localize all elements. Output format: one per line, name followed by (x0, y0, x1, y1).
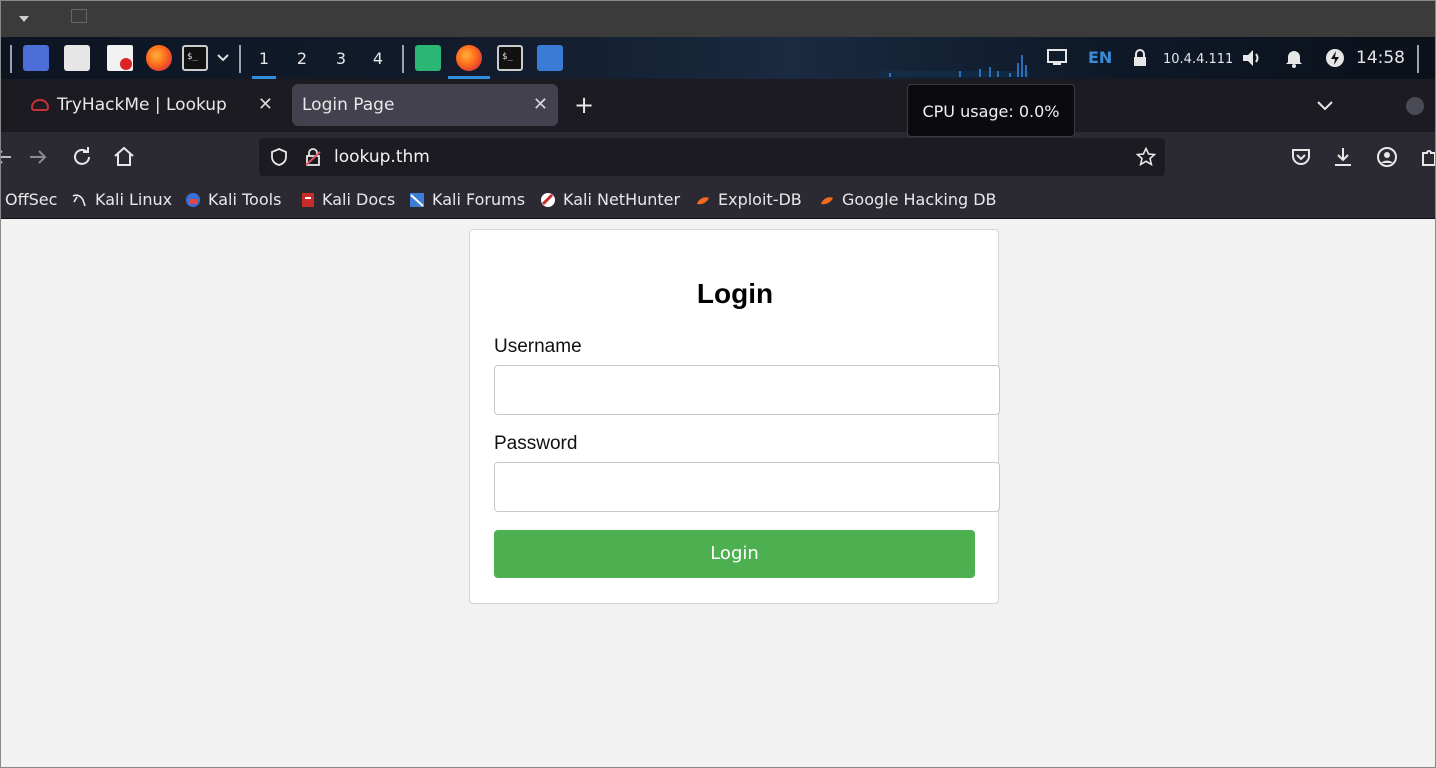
list-tabs-chevron-icon[interactable] (1315, 95, 1335, 115)
back-icon[interactable] (0, 145, 15, 169)
username-input[interactable] (494, 365, 1000, 415)
bookmark-star-icon[interactable] (1136, 147, 1156, 167)
insecure-lock-icon[interactable] (303, 147, 323, 167)
kali-docs-icon (302, 193, 314, 207)
login-button[interactable]: Login (494, 530, 975, 578)
pocket-icon[interactable] (1289, 145, 1313, 169)
navigation-toolbar: lookup.thm (0, 132, 1436, 182)
reload-icon[interactable] (70, 145, 94, 169)
tab-login-page[interactable]: Login Page ✕ (292, 84, 558, 126)
chevron-down-icon[interactable] (217, 53, 229, 63)
workspace-2[interactable]: 2 (288, 47, 316, 71)
downloads-icon[interactable] (1331, 145, 1355, 169)
ip-address: 10.4.4.111 (1163, 52, 1234, 67)
app-menu-icon[interactable] (23, 45, 49, 71)
kali-tools-icon (186, 193, 200, 207)
bookmark-kali-tools[interactable]: Kali Tools (208, 190, 281, 210)
taskbar-separator (1417, 45, 1419, 73)
bookmark-kali-docs[interactable]: Kali Docs (322, 190, 395, 210)
taskbar-separator (239, 45, 241, 73)
bookmarks-toolbar: OffSec Kali Linux Kali Tools Kali Docs K… (1, 182, 1435, 219)
login-card: Login Username Password Login (469, 229, 1000, 604)
display-icon[interactable] (1047, 49, 1067, 67)
firefox-icon[interactable] (146, 45, 172, 71)
window-strip (1, 1, 1435, 37)
username-label: Username (494, 336, 582, 357)
notification-bell-icon[interactable] (1285, 48, 1303, 68)
password-label: Password (494, 433, 578, 454)
kali-nethunter-icon (541, 193, 555, 207)
bookmark-kali-linux[interactable]: Kali Linux (95, 190, 172, 210)
account-icon[interactable] (1375, 145, 1399, 169)
forward-icon[interactable] (26, 145, 50, 169)
clock[interactable]: 14:58 (1356, 48, 1405, 68)
tab-tryhackme[interactable]: TryHackMe | Lookup ✕ (21, 84, 283, 126)
google-hacking-db-icon (821, 197, 833, 205)
taskbar-separator (402, 45, 404, 73)
taskbar-separator (10, 45, 12, 73)
window-icon (71, 9, 87, 23)
tracking-shield-icon[interactable] (269, 147, 289, 167)
close-tab-icon[interactable]: ✕ (533, 84, 548, 126)
close-tab-icon[interactable]: ✕ (258, 84, 273, 126)
cpu-graph-icon (879, 55, 1029, 77)
kali-linux-icon (72, 194, 86, 207)
bookmark-kali-nethunter[interactable]: Kali NetHunter (563, 190, 680, 210)
menu-caret-icon[interactable] (19, 16, 29, 22)
firefox-window-icon[interactable] (456, 45, 482, 71)
home-icon[interactable] (112, 145, 136, 169)
vpn-lock-icon[interactable] (1130, 48, 1150, 68)
password-input[interactable] (494, 462, 1000, 512)
tab-title: Login Page (302, 95, 395, 115)
tab-bar: TryHackMe | Lookup ✕ Login Page ✕ (1, 79, 1435, 132)
terminal-window-icon[interactable]: $_ (497, 45, 523, 71)
svg-text:$_: $_ (187, 52, 198, 62)
bookmark-offsec[interactable]: OffSec (5, 190, 57, 210)
exploit-db-icon (697, 197, 709, 205)
volume-icon[interactable] (1241, 48, 1263, 68)
bookmark-google-hacking-db[interactable]: Google Hacking DB (842, 190, 997, 210)
new-tab-button[interactable]: + (572, 93, 596, 117)
extensions-icon[interactable] (1417, 145, 1436, 169)
screen: $_ 1 2 3 4 $_ EN 10.4.4.111 14:58 TryHac… (0, 0, 1436, 768)
terminal-icon[interactable]: $_ (182, 45, 208, 71)
keyboard-layout[interactable]: EN (1088, 48, 1112, 68)
keepass-icon[interactable] (415, 45, 441, 71)
bookmark-exploit-db[interactable]: Exploit-DB (718, 190, 802, 210)
taskbar: $_ 1 2 3 4 $_ EN 10.4.4.111 14:58 (1, 37, 1435, 79)
workspace-4[interactable]: 4 (364, 47, 392, 71)
text-editor-icon[interactable] (107, 45, 133, 71)
svg-text:$_: $_ (502, 52, 513, 62)
url-text[interactable]: lookup.thm (334, 138, 430, 176)
kali-forums-icon (410, 193, 424, 207)
page-content: Login Username Password Login (1, 219, 1435, 767)
tab-title: TryHackMe | Lookup (57, 95, 227, 115)
tryhackme-favicon-icon (31, 99, 49, 111)
bookmark-kali-forums[interactable]: Kali Forums (432, 190, 525, 210)
workspace-1[interactable]: 1 (250, 47, 278, 79)
window-control-dot-icon[interactable] (1406, 97, 1424, 115)
url-bar[interactable]: lookup.thm (259, 138, 1165, 176)
login-title: Login (696, 278, 774, 309)
cpu-usage-tooltip: CPU usage: 0.0% (907, 84, 1075, 137)
downloads-folder-icon[interactable] (537, 45, 563, 71)
file-manager-icon[interactable] (64, 45, 90, 71)
workspace-3[interactable]: 3 (327, 47, 355, 71)
power-icon[interactable] (1325, 48, 1345, 68)
